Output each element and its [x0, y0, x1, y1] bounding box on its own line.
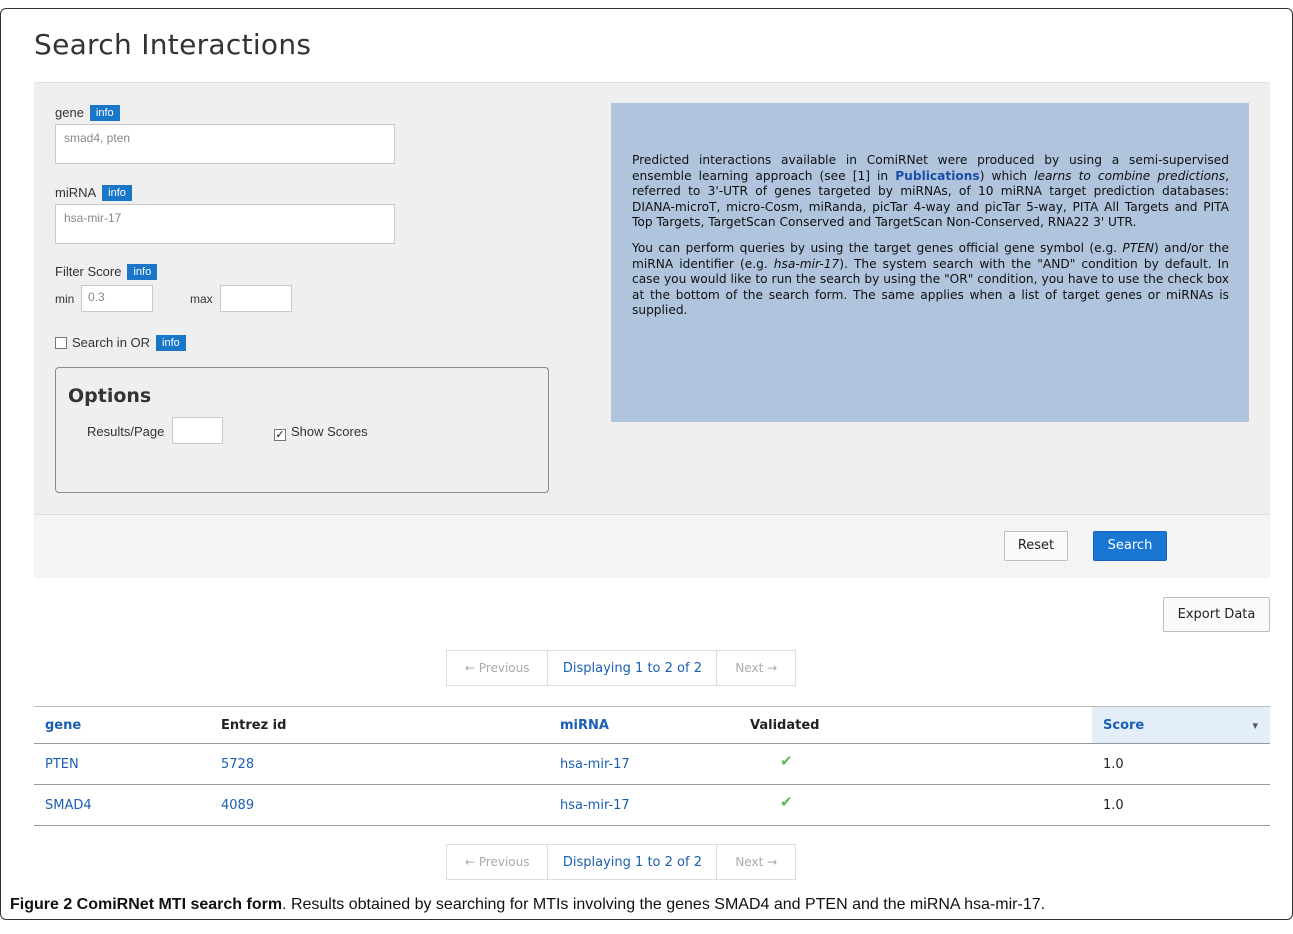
mirna-input[interactable]: hsa-mir-17: [55, 204, 395, 244]
results-per-page-label: Results/Page: [87, 424, 165, 439]
mirna-info-badge[interactable]: info: [102, 185, 132, 201]
pager-display-status: Displaying 1 to 2 of 2: [548, 651, 718, 685]
export-data-button[interactable]: Export Data: [1163, 597, 1270, 632]
pager-bottom: ← Previous Displaying 1 to 2 of 2 Next →: [446, 844, 796, 880]
validated-check-icon: ✔: [780, 752, 793, 770]
row-gene-link[interactable]: PTEN: [45, 744, 79, 784]
filter-info-badge[interactable]: info: [127, 264, 158, 280]
max-label: max: [190, 292, 213, 306]
publications-link[interactable]: Publications: [895, 169, 979, 183]
pager-display-status: Displaying 1 to 2 of 2: [548, 845, 718, 879]
pager-previous-button[interactable]: ← Previous: [447, 651, 549, 685]
reset-button[interactable]: Reset: [1004, 531, 1068, 561]
show-scores-checkbox[interactable]: ✓: [274, 429, 286, 441]
header-mirna[interactable]: miRNA: [560, 707, 609, 743]
info-paragraph-1: Predicted interactions available in Comi…: [632, 153, 1229, 230]
row-mirna-link[interactable]: hsa-mir-17: [560, 744, 630, 784]
filter-score-label: Filter Score info: [55, 264, 158, 280]
mirna-label: miRNA info: [55, 185, 132, 201]
table-header-row: gene Entrez id miRNA Validated Score ▾: [34, 706, 1270, 744]
table-row: SMAD4 4089 hsa-mir-17 ✔ 1.0: [34, 785, 1270, 826]
search-or-checkbox[interactable]: [55, 337, 67, 349]
gene-info-badge[interactable]: info: [89, 105, 120, 121]
search-or-info-badge[interactable]: info: [156, 335, 186, 351]
gene-input[interactable]: smad4, pten: [55, 124, 395, 164]
options-fieldset: Options Results/Page ✓ Show Scores: [55, 367, 549, 493]
row-score: 1.0: [1103, 797, 1124, 813]
gene-label: gene info: [55, 105, 120, 121]
row-entrez-link[interactable]: 4089: [221, 785, 254, 825]
validated-check-icon: ✔: [780, 793, 793, 811]
table-row: PTEN 5728 hsa-mir-17 ✔ 1.0: [34, 744, 1270, 785]
row-score: 1.0: [1103, 756, 1124, 772]
row-mirna-link[interactable]: hsa-mir-17: [560, 785, 630, 825]
min-label: min: [55, 292, 75, 306]
pager-top: ← Previous Displaying 1 to 2 of 2 Next →: [446, 650, 796, 686]
pager-next-button[interactable]: Next →: [717, 651, 795, 685]
header-gene[interactable]: gene: [45, 707, 81, 743]
row-entrez-link[interactable]: 5728: [221, 744, 254, 784]
header-score[interactable]: Score ▾: [1092, 707, 1270, 743]
page-title: Search Interactions: [34, 28, 312, 61]
results-per-page-input[interactable]: [172, 417, 223, 444]
show-scores-row: ✓ Show Scores: [274, 424, 368, 441]
info-description-box: Predicted interactions available in Comi…: [611, 103, 1249, 422]
max-score-input[interactable]: [220, 285, 292, 312]
options-title: Options: [68, 385, 152, 407]
figure-caption: Figure 2 ComiRNet MTI search form. Resul…: [10, 896, 1046, 913]
search-form-footer: [34, 514, 1270, 578]
sort-dropdown-icon[interactable]: ▾: [1252, 719, 1258, 732]
search-or-row: Search in OR info: [55, 335, 186, 351]
row-gene-link[interactable]: SMAD4: [45, 785, 92, 825]
min-score-input[interactable]: 0.3: [81, 285, 153, 312]
header-entrez-id: Entrez id: [221, 717, 287, 733]
pager-next-button[interactable]: Next →: [717, 845, 795, 879]
results-table: gene Entrez id miRNA Validated Score ▾ P…: [34, 706, 1270, 826]
search-button[interactable]: Search: [1093, 531, 1167, 561]
header-validated: Validated: [750, 717, 820, 733]
info-paragraph-2: You can perform queries by using the tar…: [632, 240, 1230, 318]
pager-previous-button[interactable]: ← Previous: [447, 845, 549, 879]
